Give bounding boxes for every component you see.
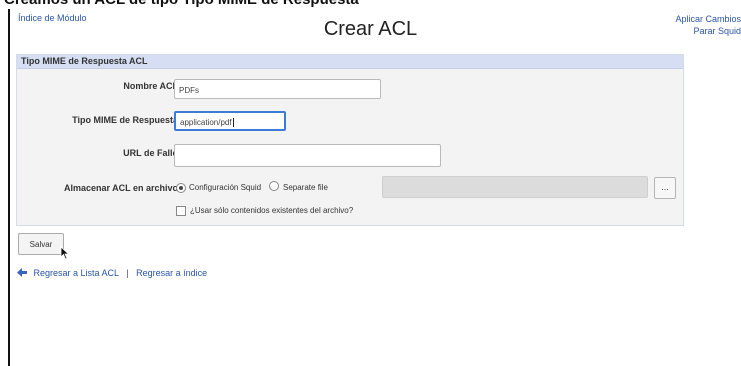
- top-right-links: Aplicar Cambios Parar Squid: [675, 13, 741, 37]
- radio-squid-config[interactable]: [176, 183, 186, 193]
- apply-changes-link[interactable]: Aplicar Cambios: [675, 13, 741, 25]
- radio-squid-config-label: Configuración Squid: [189, 183, 262, 192]
- cropped-caption: Creamos un ACL de tipo Tipo MIME de Resp…: [0, 0, 741, 9]
- use-existing-contents-label: ¿Usar sólo contenidos existentes del arc…: [190, 206, 354, 215]
- back-to-index-link[interactable]: Regresar a índice: [136, 268, 207, 278]
- acl-form-panel: Tipo MIME de Respuesta ACL Nombre ACL PD…: [16, 54, 684, 226]
- back-links: Regresar a Lista ACL | Regresar a índice: [17, 267, 207, 278]
- left-border: [8, 9, 10, 366]
- fail-url-input[interactable]: [174, 144, 441, 167]
- mouse-cursor-icon: [60, 246, 70, 260]
- use-existing-contents-checkbox[interactable]: [176, 206, 186, 216]
- save-button[interactable]: Salvar: [18, 233, 64, 255]
- acl-name-value: PDFs: [179, 86, 199, 95]
- back-to-acl-list-link[interactable]: Regresar a Lista ACL: [34, 268, 119, 278]
- back-arrow-icon: [17, 268, 27, 277]
- mime-type-label: Tipo MIME de Respuesta: [72, 115, 178, 125]
- browse-file-button[interactable]: ...: [654, 177, 676, 199]
- stop-squid-link[interactable]: Parar Squid: [675, 25, 741, 37]
- link-separator: |: [126, 268, 129, 278]
- page-title: Crear ACL: [323, 18, 418, 40]
- radio-separate-file[interactable]: [269, 181, 279, 191]
- file-path-input[interactable]: [382, 176, 648, 198]
- text-caret: [232, 118, 234, 128]
- mime-type-input[interactable]: application/pdf: [174, 111, 286, 131]
- store-acl-label: Almacenar ACL en archivo: [63, 183, 178, 193]
- acl-name-label: Nombre ACL: [123, 81, 178, 91]
- fail-url-label: URL de Fallo: [123, 148, 178, 158]
- radio-separate-file-label: Separate file: [283, 183, 328, 192]
- mime-type-value: application/pdf: [180, 118, 232, 127]
- acl-name-input[interactable]: PDFs: [174, 79, 381, 99]
- panel-header: Tipo MIME de Respuesta ACL: [17, 55, 683, 69]
- caption-text: Creamos un ACL de tipo Tipo MIME de Resp…: [4, 0, 359, 8]
